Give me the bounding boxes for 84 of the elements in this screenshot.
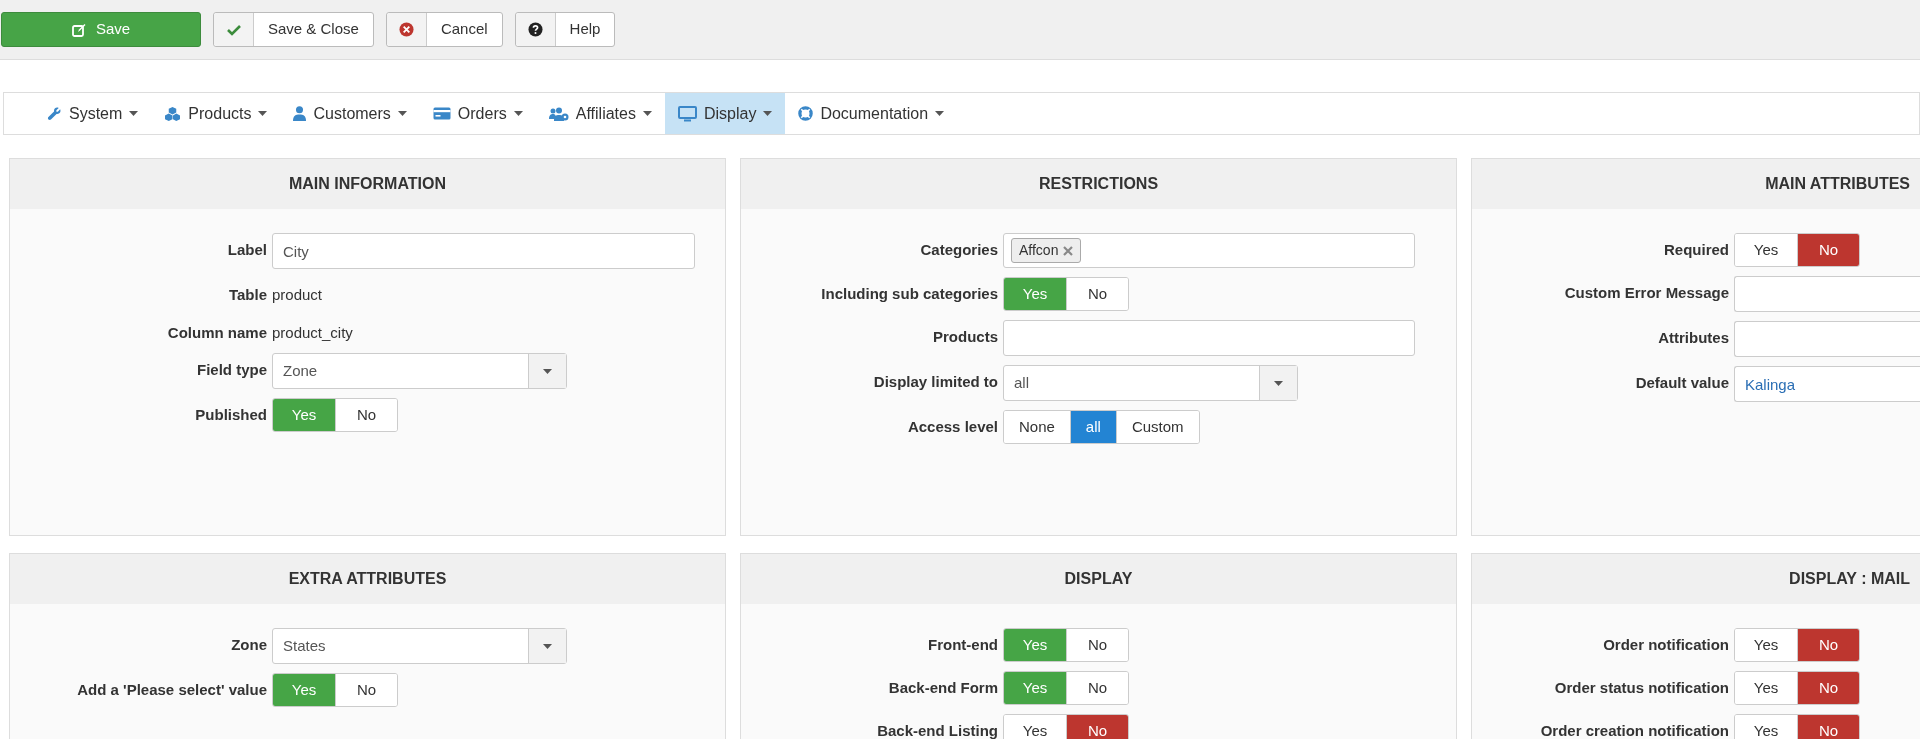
field-label: Products [932, 327, 998, 347]
caret-icon [543, 368, 552, 374]
lifebuoy-icon [798, 106, 814, 121]
menu-item[interactable]: Affiliates [535, 93, 665, 134]
caret-icon [513, 111, 523, 116]
toggle-option[interactable]: No [1797, 234, 1859, 266]
field-label: Back-end Listing [876, 721, 998, 739]
field-label: Add a 'Please select' value [76, 680, 267, 700]
field-label: Field type [196, 360, 267, 380]
users-icon [548, 106, 569, 121]
field-label: Label [226, 240, 267, 260]
menu-item[interactable]: Display [664, 93, 786, 134]
category-tag: Affcon [1011, 238, 1082, 263]
toggle-option[interactable]: Custom [1115, 411, 1199, 443]
remove-icon[interactable] [1063, 245, 1074, 256]
toggle-option[interactable]: No [1797, 715, 1859, 739]
menu-item[interactable]: Products [151, 93, 281, 134]
panel-header: DISPLAY : MAIL [1472, 554, 1920, 604]
panel-header: MAIN INFORMATION [10, 159, 725, 209]
field-label: Order creation notification [1539, 721, 1729, 739]
credit-card-icon [432, 107, 451, 120]
panel-header: DISPLAY [741, 554, 1456, 604]
text-field[interactable] [1003, 320, 1415, 356]
toggle-option[interactable]: No [1797, 672, 1859, 704]
toggle-option[interactable]: No [1797, 629, 1859, 661]
text-field[interactable]: City [272, 233, 695, 269]
cancel-button[interactable]: Cancel [385, 12, 503, 47]
toggle-option[interactable]: No [1066, 715, 1128, 739]
panel-header: RESTRICTIONS [741, 159, 1456, 209]
toggle-option[interactable]: No [1066, 629, 1128, 661]
user-icon [293, 106, 307, 121]
toggle-option[interactable]: all [1069, 411, 1116, 443]
field-value: product [272, 285, 323, 305]
field-label: Categories [919, 240, 998, 260]
field-label: Order status notification [1553, 678, 1729, 698]
field-label: Published [194, 405, 267, 425]
text-field[interactable]: Kalinga [1734, 366, 1920, 402]
field-label: Including sub categories [820, 284, 998, 304]
select-field[interactable]: Zone [272, 353, 567, 389]
caret-icon [642, 111, 652, 116]
text-field[interactable] [1734, 321, 1920, 357]
field-label: Front-end [927, 635, 998, 655]
field-label: Back-end Form [887, 678, 998, 698]
caret-icon [543, 643, 552, 649]
menu-item[interactable]: Orders [419, 93, 536, 134]
wrench-icon [47, 106, 62, 121]
field-label: Order notification [1602, 635, 1729, 655]
text-field[interactable] [1734, 276, 1920, 312]
field-label: Required [1663, 240, 1729, 260]
help-button[interactable]: Help [514, 12, 616, 47]
toggle-option[interactable]: No [335, 674, 397, 706]
monitor-icon [677, 105, 697, 122]
menu-item[interactable]: System [34, 93, 152, 134]
field-label: Attributes [1657, 328, 1729, 348]
field-label: Custom Error Message [1563, 283, 1729, 303]
caret-icon [935, 111, 945, 116]
panel-header: MAIN ATTRIBUTES [1472, 159, 1920, 209]
select-field[interactable]: States [272, 628, 567, 664]
close-icon [398, 22, 414, 37]
caret-icon [397, 111, 407, 116]
field-label: Zone [230, 635, 267, 655]
toggle-option[interactable]: No [1066, 278, 1128, 310]
menu-item[interactable]: Documentation [785, 93, 958, 134]
cubes-icon [164, 106, 182, 121]
edit-icon [71, 22, 86, 37]
help-icon [527, 22, 543, 37]
save-close-button[interactable]: Save & Close [213, 12, 374, 47]
check-icon [226, 23, 241, 36]
field-label: Display limited to [872, 372, 998, 392]
toggle-option[interactable]: No [335, 399, 397, 431]
caret-icon [129, 111, 139, 116]
select-field[interactable]: all [1003, 365, 1298, 401]
field-label: Column name [166, 322, 267, 343]
caret-icon [258, 111, 268, 116]
field-value: product_city [272, 322, 353, 343]
panel-header: EXTRA ATTRIBUTES [10, 554, 725, 604]
caret-icon [1274, 380, 1283, 386]
tags-field[interactable]: Affcon [1003, 233, 1415, 268]
menu-item[interactable]: Customers [280, 93, 420, 134]
field-label: Access level [906, 417, 998, 437]
field-label: Default value [1634, 373, 1729, 393]
caret-icon [763, 111, 773, 116]
field-label: Table [227, 285, 267, 305]
toggle-option[interactable]: No [1066, 672, 1128, 704]
